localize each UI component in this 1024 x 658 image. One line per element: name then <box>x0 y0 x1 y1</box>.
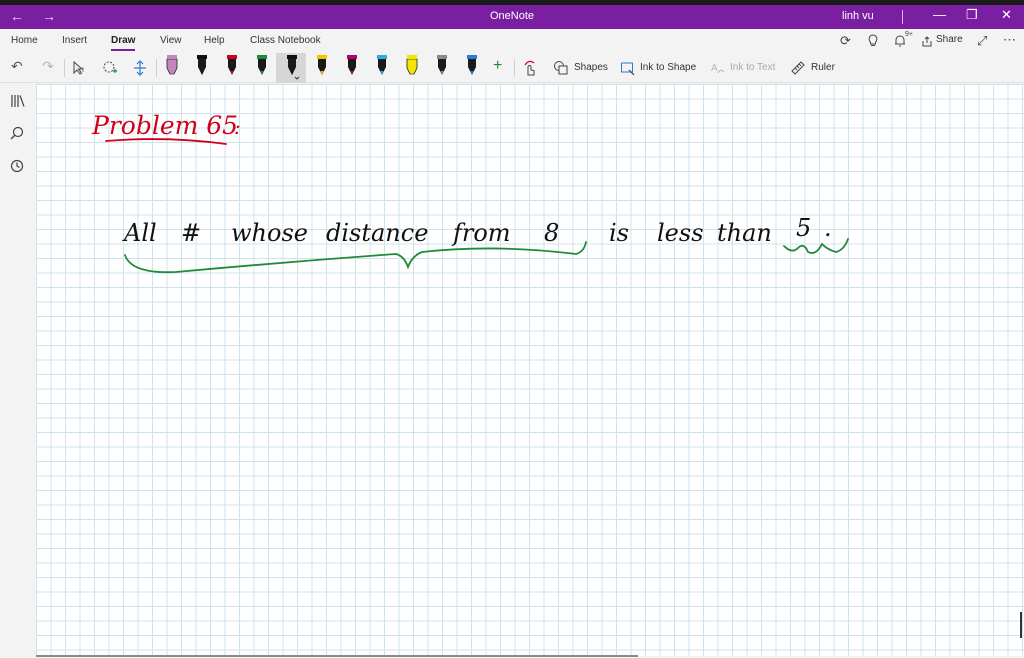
pen-tool-1[interactable] <box>164 53 180 81</box>
title-bar: ← → OneNote linh vu — ❐ ✕ <box>0 5 1024 29</box>
tab-view[interactable]: View <box>160 35 182 46</box>
statement-word: 5 <box>796 214 811 242</box>
ink-layer: Problem 65 : All # whose distance from 8… <box>91 111 849 274</box>
title-separator <box>902 10 903 24</box>
statement-word: less <box>657 219 704 247</box>
minimize-icon[interactable]: — <box>933 7 946 22</box>
tab-help[interactable]: Help <box>204 35 225 46</box>
statement-word: is <box>609 219 629 247</box>
problem-heading-colon: : <box>234 115 241 139</box>
problem-statement: All # whose distance from 8 is less than… <box>122 214 832 247</box>
left-sidebar <box>0 84 36 658</box>
search-icon[interactable] <box>10 126 24 140</box>
pen-tool-11[interactable] <box>464 53 480 81</box>
close-icon[interactable]: ✕ <box>1001 7 1012 23</box>
ribbon-tabs: Home Insert Draw View Help Class Noteboo… <box>0 29 1024 53</box>
toolbar-divider <box>64 59 65 77</box>
statement-word: from <box>451 219 511 247</box>
pen-tool-6[interactable] <box>314 53 330 81</box>
pen-tool-9[interactable] <box>404 53 420 81</box>
toolbar-divider <box>514 59 515 77</box>
squiggle-annotation <box>783 238 849 254</box>
statement-word: # <box>181 219 201 247</box>
lightbulb-icon[interactable] <box>867 34 879 48</box>
share-icon[interactable] <box>922 36 933 47</box>
vertical-scrollbar[interactable] <box>1020 612 1022 638</box>
more-options-icon[interactable]: ⋯ <box>1003 32 1016 48</box>
statement-word: . <box>824 214 832 242</box>
notification-badge: 9+ <box>905 31 913 38</box>
tab-home[interactable]: Home <box>11 35 38 46</box>
undo-icon[interactable]: ↶ <box>11 58 23 75</box>
tab-class-notebook[interactable]: Class Notebook <box>250 35 321 46</box>
add-space-icon[interactable] <box>132 60 148 76</box>
svg-text:A: A <box>711 63 718 74</box>
pen-tool-3[interactable] <box>224 53 240 81</box>
ruler-icon[interactable] <box>790 60 806 76</box>
pen-tool-7[interactable] <box>344 53 360 81</box>
ink-to-text-icon[interactable]: A <box>710 60 726 76</box>
statement-word: distance <box>326 219 428 247</box>
pen-tool-2[interactable] <box>194 53 210 81</box>
add-pen-icon[interactable]: + <box>493 57 502 75</box>
recent-clock-icon[interactable] <box>10 159 24 173</box>
tab-draw[interactable]: Draw <box>111 35 135 46</box>
statement-word: All <box>122 219 157 247</box>
restore-icon[interactable]: ❐ <box>966 7 978 23</box>
user-name[interactable]: linh vu <box>842 10 874 22</box>
pen-tool-10[interactable] <box>434 53 450 81</box>
note-canvas[interactable]: Problem 65 : All # whose distance from 8… <box>36 84 1024 656</box>
sync-icon[interactable]: ⟳ <box>840 33 851 49</box>
ink-to-text-button[interactable]: Ink to Text <box>730 62 775 73</box>
tab-insert[interactable]: Insert <box>62 35 87 46</box>
ruler-button[interactable]: Ruler <box>811 62 835 73</box>
horizontal-scrollbar[interactable] <box>36 655 638 657</box>
ink-to-shape-icon[interactable] <box>620 60 636 76</box>
ink-to-shape-button[interactable]: Ink to Shape <box>640 62 696 73</box>
expand-icon[interactable]: ⤢ <box>977 33 987 49</box>
svg-text:I: I <box>82 67 84 74</box>
pen-tool-8[interactable] <box>374 53 390 81</box>
notebooks-icon[interactable] <box>10 94 26 108</box>
statement-word: 8 <box>544 219 559 247</box>
toolbar-divider <box>156 59 157 77</box>
share-button[interactable]: Share <box>936 34 963 45</box>
touch-drawing-icon[interactable] <box>522 59 538 77</box>
redo-icon[interactable]: ↷ <box>42 58 54 75</box>
pen-tool-5[interactable] <box>284 53 300 81</box>
problem-heading: Problem 65 <box>91 111 238 140</box>
statement-word: whose <box>231 219 308 247</box>
shapes-icon[interactable] <box>553 60 569 76</box>
draw-toolbar: ↶ ↷ I + Shapes Ink to Shape A Ink to Tex… <box>0 53 1024 83</box>
type-select-icon[interactable]: I <box>72 60 88 76</box>
statement-word: than <box>717 219 772 247</box>
shapes-button[interactable]: Shapes <box>574 62 608 73</box>
pen-tool-4[interactable] <box>254 53 270 81</box>
active-tab-indicator <box>111 49 135 51</box>
lasso-select-icon[interactable] <box>102 60 118 76</box>
